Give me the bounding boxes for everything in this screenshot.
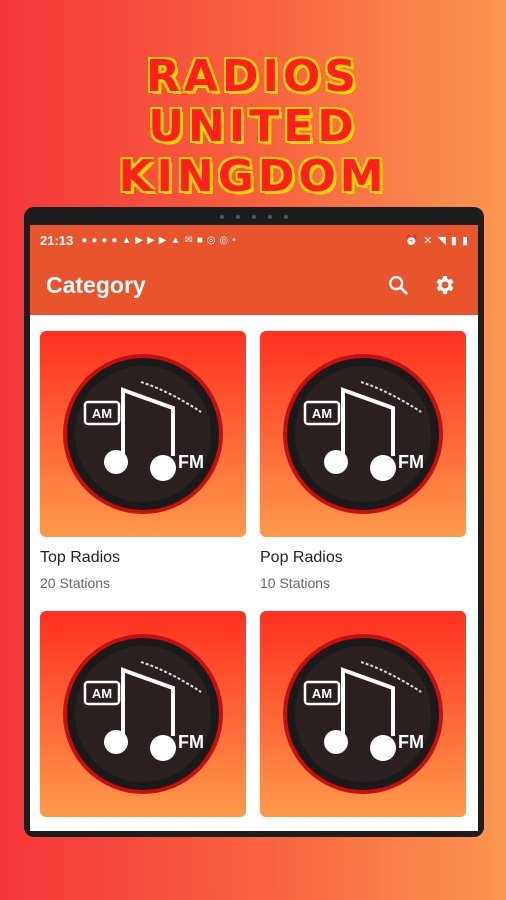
instagram-icon: ◎ <box>219 234 229 246</box>
radio-logo-icon: AM FM <box>63 634 223 794</box>
instagram-icon: ◎ <box>206 234 216 246</box>
svg-text:FM: FM <box>398 452 424 472</box>
twitter-icon: ▲ <box>121 234 132 246</box>
page-title: Category <box>46 271 146 298</box>
category-card[interactable]: AM FM Pop Radios 10 Stations <box>260 331 466 611</box>
status-time: 21:13 <box>40 232 74 248</box>
facebook-icon: ● <box>91 234 98 246</box>
category-thumbnail: AM FM <box>40 611 246 817</box>
radio-logo-icon: AM FM <box>283 634 443 794</box>
gear-icon <box>436 276 454 294</box>
facebook-icon: ● <box>101 234 108 246</box>
messenger-icon: ● <box>81 234 88 246</box>
app-bar: Category <box>30 255 478 315</box>
device-frame: 21:13 ● ● ● ● ▲ ▶ ▶ ▶ ▲ ✉ ■ ◎ ◎ • ⏰ ✕ ◥ <box>24 207 484 837</box>
radio-logo-icon: AM FM <box>63 354 223 514</box>
youtube-icon: ▶ <box>147 234 155 246</box>
search-button[interactable] <box>380 267 416 303</box>
promo-line-2: UNITED <box>148 101 358 152</box>
device-camera <box>24 213 484 221</box>
facebook-icon: ● <box>111 234 118 246</box>
alarm-icon: ⏰ <box>404 234 419 247</box>
svg-text:FM: FM <box>178 732 204 752</box>
svg-text:AM: AM <box>92 686 112 701</box>
settings-button[interactable] <box>426 267 462 303</box>
category-name <box>40 829 246 831</box>
promo-line-1: RADIOS <box>146 51 360 102</box>
svg-text:AM: AM <box>92 406 112 421</box>
category-name: Top Radios <box>40 549 121 566</box>
station-count: 10 Stations <box>260 575 331 591</box>
svg-text:AM: AM <box>312 686 332 701</box>
category-thumbnail: AM FM <box>260 331 466 537</box>
category-thumbnail: AM FM <box>40 331 246 537</box>
notification-icons: ● ● ● ● ▲ ▶ ▶ ▶ ▲ ✉ ■ ◎ ◎ • <box>81 235 236 246</box>
youtube-icon: ▶ <box>158 234 167 246</box>
dot-icon: • <box>232 234 236 246</box>
category-name <box>260 829 466 831</box>
outlook-icon: ■ <box>196 234 203 246</box>
svg-text:AM: AM <box>312 406 332 421</box>
search-icon <box>389 276 408 295</box>
mute-icon: ✕ <box>423 234 433 247</box>
twitter-icon: ▲ <box>170 234 181 246</box>
category-name: Pop Radios <box>260 549 343 566</box>
station-count: 20 Stations <box>40 575 111 591</box>
battery-icon: ▮ <box>461 234 468 247</box>
gmail-icon: ✉ <box>184 234 193 246</box>
category-card[interactable]: AM FM Top Radios 20 Stations <box>40 331 246 611</box>
youtube-icon: ▶ <box>135 234 144 246</box>
promo-title: RADIOS UNITED KINGDOM <box>0 52 506 202</box>
promo-line-3: KINGDOM <box>118 151 388 202</box>
category-card[interactable]: AM FM <box>260 611 466 831</box>
wifi-icon: ◥ <box>437 234 446 247</box>
radio-logo-icon: AM FM <box>283 354 443 514</box>
status-bar: 21:13 ● ● ● ● ▲ ▶ ▶ ▶ ▲ ✉ ■ ◎ ◎ • ⏰ ✕ ◥ <box>30 225 478 255</box>
category-thumbnail: AM FM <box>260 611 466 817</box>
system-icons: ⏰ ✕ ◥ ▮ ▮ <box>404 234 468 247</box>
category-card[interactable]: AM FM <box>40 611 246 831</box>
signal-icon: ▮ <box>450 234 457 247</box>
category-grid: AM FM Top Radios 20 Stations AM FM Pop R… <box>30 315 478 831</box>
svg-text:FM: FM <box>178 452 204 472</box>
app-screen: 21:13 ● ● ● ● ▲ ▶ ▶ ▶ ▲ ✉ ■ ◎ ◎ • ⏰ ✕ ◥ <box>30 225 478 831</box>
svg-text:FM: FM <box>398 732 424 752</box>
